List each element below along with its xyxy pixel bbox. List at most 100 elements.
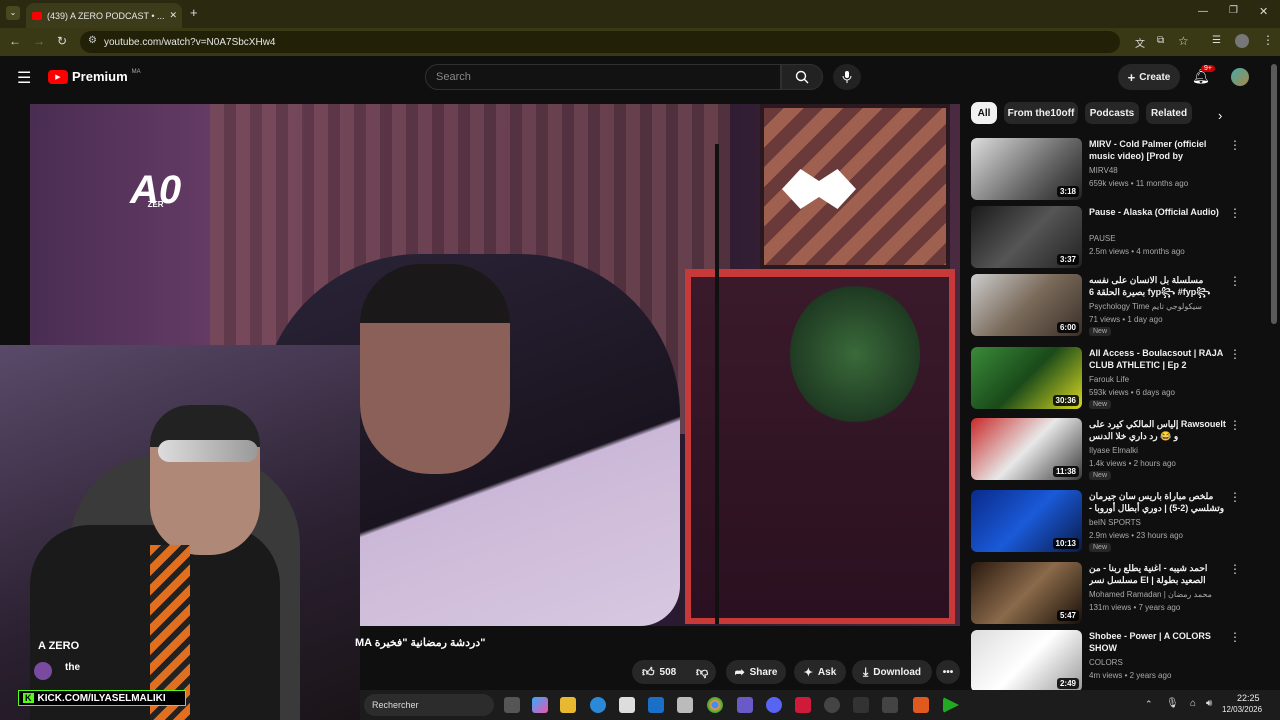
more-options-icon[interactable]: ⋮ (1229, 563, 1241, 575)
obs-icon[interactable] (824, 697, 840, 713)
like-icon[interactable]: 👍︎ (642, 665, 655, 680)
recommendation-title[interactable]: Pause - Alaska (Official Audio) (1089, 206, 1227, 218)
like-count[interactable]: 508 (660, 667, 677, 678)
recommendation-title[interactable]: إلياس المالكي كيرد على Rawsouelt و 😂 رد … (1089, 418, 1227, 442)
more-options-icon[interactable]: ⋮ (1229, 491, 1241, 503)
more-options-icon[interactable]: ⋮ (1229, 419, 1241, 431)
video-thumbnail[interactable]: 11:38 (971, 418, 1082, 480)
streaming-app-icon[interactable] (882, 697, 898, 713)
chrome-icon[interactable] (707, 697, 723, 713)
app-icon[interactable] (853, 697, 869, 713)
ask-button[interactable]: ✦ Ask (794, 660, 846, 684)
tray-chevron-icon[interactable]: ⌃ (1145, 699, 1153, 710)
tab-list-icon[interactable]: ⌄ (6, 6, 20, 20)
clock-date[interactable]: 12/03/2026 (1222, 705, 1262, 714)
dislike-icon[interactable]: 👎︎ (696, 665, 708, 680)
recommendation-item[interactable]: 6:00 مسلسلة بل الانسان على نفسه بصيرة الح… (971, 274, 1261, 340)
page-scrollbar[interactable] (1271, 64, 1277, 324)
more-options-icon[interactable]: ⋮ (1229, 207, 1241, 219)
browser-tab[interactable]: (439) A ZERO PODCAST • ... ✕ (26, 3, 182, 28)
video-thumbnail[interactable]: 6:00 (971, 274, 1082, 336)
recommendation-title[interactable]: مسلسلة بل الانسان على نفسه بصيرة الحلقة … (1089, 274, 1227, 298)
recommendation-item[interactable]: 11:38 إلياس المالكي كيرد على Rawsouelt و … (971, 418, 1261, 484)
recommendation-item[interactable]: 3:18 MIRV - Cold Palmer (officiel music v… (971, 138, 1261, 204)
voice-search-button[interactable] (833, 64, 861, 90)
tray-mic-icon[interactable]: 🎙︎ (1166, 698, 1179, 709)
recommendation-channel[interactable]: Mohamed Ramadan | محمد رمضان (1089, 590, 1212, 599)
game-icon[interactable] (737, 697, 753, 713)
file-explorer-icon[interactable] (560, 697, 576, 713)
network-icon[interactable]: ⌂ (1190, 698, 1196, 709)
recommendation-item[interactable]: 30:36 All Access - Boulacsout | RAJA CLUB… (971, 347, 1261, 413)
recommendation-channel[interactable]: COLORS (1089, 658, 1123, 667)
youtube-logo[interactable]: ▶ Premium MA (48, 69, 141, 84)
chip-related[interactable]: Related (1146, 102, 1192, 124)
minimize-icon[interactable]: — (1198, 6, 1208, 17)
menu-hamburger-icon[interactable]: ☰ (17, 68, 31, 88)
video-thumbnail[interactable]: 10:13 (971, 490, 1082, 552)
recommendation-item[interactable]: 5:47 احمد شيبه - اغنية يطلع ربنا - من مسل… (971, 562, 1261, 628)
recommendation-channel[interactable]: PAUSE (1089, 234, 1116, 243)
site-info-icon[interactable]: ⚙ (88, 35, 97, 46)
video-thumbnail[interactable]: 2:49 (971, 630, 1082, 692)
volume-icon[interactable]: 🔊︎ (1206, 698, 1212, 709)
url-field[interactable]: ⚙ youtube.com/watch?v=N0A7SbcXHw4 (80, 31, 1120, 53)
more-options-icon[interactable]: ⋮ (1229, 631, 1241, 643)
chip-podcasts[interactable]: Podcasts (1085, 102, 1139, 124)
forward-icon[interactable]: → (33, 34, 45, 48)
more-actions-button[interactable]: ••• (936, 660, 960, 684)
recommendation-title[interactable]: Shobee - Power | A COLORS SHOW (1089, 630, 1227, 654)
install-app-icon[interactable]: ⧉ (1157, 35, 1164, 46)
more-options-icon[interactable]: ⋮ (1229, 139, 1241, 151)
copilot-icon[interactable] (532, 697, 548, 713)
translate-icon[interactable]: 文 (1135, 35, 1145, 50)
close-tab-icon[interactable]: ✕ (170, 10, 178, 21)
recommendation-item[interactable]: 10:13 ملخص مباراة باريس سان جيرمان وتشلسي… (971, 490, 1261, 556)
reading-list-icon[interactable]: ☰ (1212, 35, 1221, 46)
recommendation-channel[interactable]: beIN SPORTS (1089, 518, 1141, 527)
outlook-icon[interactable] (648, 697, 664, 713)
chip-all[interactable]: All (971, 102, 997, 124)
recommendation-title[interactable]: ملخص مباراة باريس سان جيرمان وتشلسي (2-5… (1089, 490, 1227, 514)
more-options-icon[interactable]: ⋮ (1229, 348, 1241, 360)
recommendation-title[interactable]: All Access - Boulacsout | RAJA CLUB ATHL… (1089, 347, 1227, 371)
notification-app-icon[interactable] (913, 697, 929, 713)
recommendation-channel[interactable]: Farouk Life (1089, 375, 1129, 384)
reload-icon[interactable]: ↻ (57, 34, 67, 48)
create-button[interactable]: + Create (1118, 64, 1180, 90)
back-icon[interactable]: ← (9, 34, 21, 48)
download-button[interactable]: ⤓ Download (852, 660, 932, 684)
edge-icon[interactable] (590, 697, 606, 713)
store-icon[interactable] (619, 697, 635, 713)
close-window-icon[interactable]: ✕ (1259, 5, 1268, 18)
play-app-icon[interactable] (943, 697, 959, 713)
new-tab-icon[interactable]: + (190, 5, 198, 20)
recommendation-title[interactable]: MIRV - Cold Palmer (officiel music video… (1089, 138, 1227, 162)
recommendation-channel[interactable]: Ilyase Elmalki (1089, 446, 1138, 455)
recommendation-item[interactable]: 3:37 Pause - Alaska (Official Audio) PAUSE… (971, 206, 1261, 272)
account-avatar[interactable] (1231, 68, 1249, 86)
video-thumbnail[interactable]: 3:18 (971, 138, 1082, 200)
search-button[interactable] (781, 64, 823, 90)
recommendation-title[interactable]: احمد شيبه - اغنية يطلع ربنا - من مسلسل ن… (1089, 562, 1227, 586)
taskbar-search[interactable]: Rechercher (364, 694, 494, 716)
video-thumbnail[interactable]: 5:47 (971, 562, 1082, 624)
maximize-icon[interactable]: ❐ (1229, 5, 1238, 16)
chip-from-channel[interactable]: From the10off (1004, 102, 1078, 124)
bookmark-star-icon[interactable]: ☆ (1178, 34, 1189, 48)
profile-avatar[interactable] (1235, 34, 1249, 48)
more-options-icon[interactable]: ⋮ (1229, 275, 1241, 287)
task-view-icon[interactable] (504, 697, 520, 713)
video-thumbnail[interactable]: 30:36 (971, 347, 1082, 409)
discord-icon[interactable] (766, 697, 782, 713)
photos-icon[interactable] (677, 697, 693, 713)
clock-time[interactable]: 22:25 (1237, 693, 1260, 703)
adobe-icon[interactable] (795, 697, 811, 713)
chips-next-arrow-icon[interactable]: › (1218, 108, 1222, 123)
browser-menu-icon[interactable]: ⋮ (1262, 33, 1274, 47)
video-thumbnail[interactable]: 3:37 (971, 206, 1082, 268)
recommendation-channel[interactable]: MIRV48 (1089, 166, 1118, 175)
recommendation-channel[interactable]: Psychology Time سيكولوجي تايم (1089, 302, 1202, 311)
recommendation-item[interactable]: 2:49 Shobee - Power | A COLORS SHOW COLORS… (971, 630, 1261, 696)
notifications-button[interactable]: 🔔︎ 9+ (1192, 65, 1215, 88)
